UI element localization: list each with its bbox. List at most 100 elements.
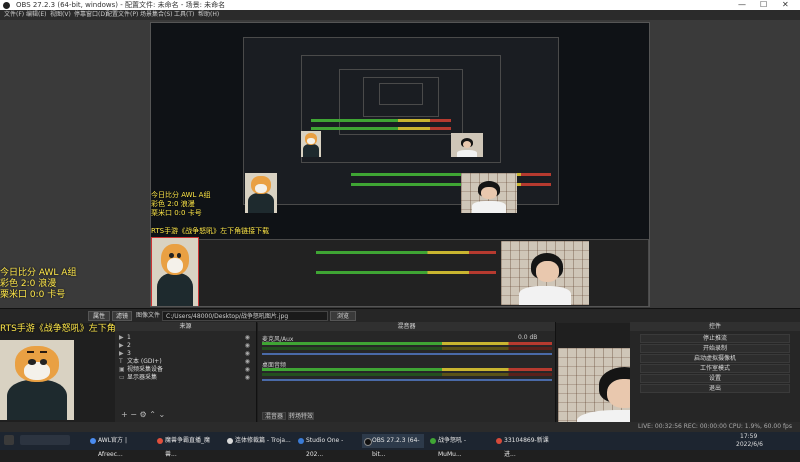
close-button[interactable]: ✕ <box>782 0 789 10</box>
source-label: 视频采集设备 <box>127 366 164 373</box>
virtual-camera-button[interactable]: 启动虚拟摄像机 <box>640 354 790 363</box>
visibility-eye-icon[interactable]: ◉ <box>245 350 250 357</box>
maximize-button[interactable]: ☐ <box>760 0 767 10</box>
remove-icon[interactable]: − <box>130 410 137 419</box>
source-label: 显示器采集 <box>127 374 158 381</box>
properties-button[interactable]: 属性 <box>88 311 110 321</box>
minimize-button[interactable]: — <box>738 0 746 10</box>
taskbar-label: AWL官方 | Afreec... <box>98 437 127 458</box>
start-recording-button[interactable]: 开始录制 <box>640 344 790 353</box>
mixer-channel-2-slider[interactable] <box>262 379 552 381</box>
app-icon <box>364 438 372 446</box>
image-source-toolbar: 属性 滤镜 图像文件 C:/Users/48000/Desktop/战争怒吼图片… <box>0 308 800 323</box>
play-icon: ▶ <box>119 350 124 357</box>
taskbar-item[interactable]: Studio One - 202... <box>296 434 358 458</box>
app-icon <box>157 438 163 444</box>
nested-meter <box>351 173 551 176</box>
tab-mixer[interactable]: 混音器 <box>262 412 286 420</box>
source-label: 1 <box>127 334 131 341</box>
source-item[interactable]: T 文本 (GDI+) <box>119 358 162 366</box>
browse-button[interactable]: 浏览 <box>330 311 356 321</box>
source-label: 2 <box>127 342 131 349</box>
visibility-eye-icon[interactable]: ◉ <box>245 366 250 373</box>
menu-view[interactable]: 视图(V) <box>50 10 71 20</box>
preview-webcam <box>501 241 589 305</box>
taskbar-label: Studio One - 202... <box>306 437 344 458</box>
gear-icon[interactable]: ⚙ <box>140 410 147 419</box>
mixer-channel-2-meter <box>262 373 552 376</box>
nested-tiger-image <box>245 173 277 213</box>
mixer-channel-1-slider[interactable] <box>262 353 552 355</box>
taskbar-item-active[interactable]: OBS 27.2.3 (64-bit... <box>362 434 424 458</box>
visibility-eye-icon[interactable]: ◉ <box>245 358 250 365</box>
source-item[interactable]: ▣ 视频采集设备 <box>119 366 163 374</box>
preview-score-text: 今日比分 AWL A组 彩色 2:0 浪漫 栗米口 0:0 卡号 <box>151 191 210 218</box>
taskbar-item[interactable]: 战争怒吼 - MuMu... <box>428 434 490 458</box>
source-item[interactable]: ▶ 1 <box>119 334 131 342</box>
source-item[interactable]: ▭ 显示器采集 <box>119 374 157 382</box>
menu-edit[interactable]: 编辑(E) <box>26 10 46 20</box>
mixer-channel-1-meter <box>262 347 552 350</box>
preview-promo-text: RTS手游《战争怒吼》左下角链接下载 <box>151 227 270 235</box>
controls-header: 控件 <box>630 322 800 331</box>
nested-meter <box>316 271 496 274</box>
start-icon[interactable] <box>4 435 14 445</box>
nested-meter <box>351 183 551 186</box>
menu-file[interactable]: 文件(F) <box>4 10 24 20</box>
score-line1: 今日比分 AWL A组 <box>0 268 77 278</box>
app-icon <box>496 438 502 444</box>
filters-button[interactable]: 滤镜 <box>112 311 132 321</box>
move-down-icon[interactable]: ⌄ <box>158 410 165 419</box>
menu-bar: 文件(F) 编辑(E) 视图(V) 停靠窗口(D) 配置文件(P) 场景集合(S… <box>0 10 800 20</box>
mixer-channel-2-meter <box>262 368 552 371</box>
app-icon <box>90 438 96 444</box>
exit-button[interactable]: 退出 <box>640 384 790 393</box>
menu-profile[interactable]: 配置文件(P) <box>106 10 138 20</box>
menu-tools[interactable]: 工具(T) <box>174 10 194 20</box>
source-label: 文本 (GDI+) <box>127 358 162 365</box>
taskbar-item[interactable]: 连体修裁篇 - Troja... <box>225 434 291 448</box>
taskbar-item[interactable]: AWL官方 | Afreec... <box>88 434 150 458</box>
source-label: 3 <box>127 350 131 357</box>
visibility-eye-icon[interactable]: ◉ <box>245 374 250 381</box>
taskbar-item[interactable]: 魔兽争霸直播_魔兽... <box>155 434 221 458</box>
search-box[interactable] <box>20 435 70 445</box>
window-title: OBS 27.2.3 (64-bit, windows) - 配置文件: 未命名… <box>16 1 226 9</box>
add-icon[interactable]: + <box>121 410 128 419</box>
menu-help[interactable]: 帮助(H) <box>198 10 219 20</box>
taskbar-label: OBS 27.2.3 (64-bit... <box>372 437 420 458</box>
sources-header: 来源 <box>115 322 256 331</box>
preview-score-line3: 栗米口 0:0 卡号 <box>151 209 202 217</box>
nested-webcam <box>451 133 483 157</box>
visibility-eye-icon[interactable]: ◉ <box>245 334 250 341</box>
status-text: LIVE: 00:32:56 REC: 00:00:00 CPU: 1.9%, … <box>637 423 792 430</box>
text-icon: T <box>119 358 123 365</box>
source-item[interactable]: ▶ 2 <box>119 342 131 350</box>
nested-preview-5 <box>379 83 423 105</box>
score-line3: 栗米口 0:0 卡号 <box>0 290 66 300</box>
image-path-input[interactable]: C:/Users/48000/Desktop/战争怒吼图片.jpg <box>162 311 328 321</box>
studio-mode-button[interactable]: 工作室模式 <box>640 364 790 373</box>
stop-streaming-button[interactable]: 停止推流 <box>640 334 790 343</box>
window-titlebar: OBS 27.2.3 (64-bit, windows) - 配置文件: 未命名… <box>0 0 800 10</box>
status-bar: LIVE: 00:32:56 REC: 00:00:00 CPU: 1.9%, … <box>0 422 800 432</box>
nested-webcam <box>461 173 517 213</box>
taskbar-label: 魔兽争霸直播_魔兽... <box>165 437 211 458</box>
program-preview[interactable]: 今日比分 AWL A组 彩色 2:0 浪漫 栗米口 0:0 卡号 RTS手游《战… <box>150 22 650 307</box>
app-icon <box>227 438 233 444</box>
menu-docks[interactable]: 停靠窗口(D) <box>74 10 107 20</box>
camera-icon: ▣ <box>119 366 125 373</box>
settings-button[interactable]: 设置 <box>640 374 790 383</box>
taskbar-item[interactable]: 33104869-新课进... <box>494 434 556 458</box>
windows-taskbar: AWL官方 | Afreec... 魔兽争霸直播_魔兽... 连体修裁篇 - T… <box>0 432 800 458</box>
menu-scene-collection[interactable]: 场景集合(S) <box>140 10 173 20</box>
tab-transitions[interactable]: 转场特效 <box>288 412 314 420</box>
preview-score-line1: 今日比分 AWL A组 <box>151 191 211 199</box>
move-up-icon[interactable]: ⌃ <box>149 410 156 419</box>
source-item[interactable]: ▶ 3 <box>119 350 131 358</box>
clock-date: 2022/6/6 <box>736 441 763 448</box>
clock-time: 17:59 <box>740 433 758 440</box>
nested-meter <box>311 119 451 122</box>
nested-tiger-image <box>301 131 321 157</box>
visibility-eye-icon[interactable]: ◉ <box>245 342 250 349</box>
